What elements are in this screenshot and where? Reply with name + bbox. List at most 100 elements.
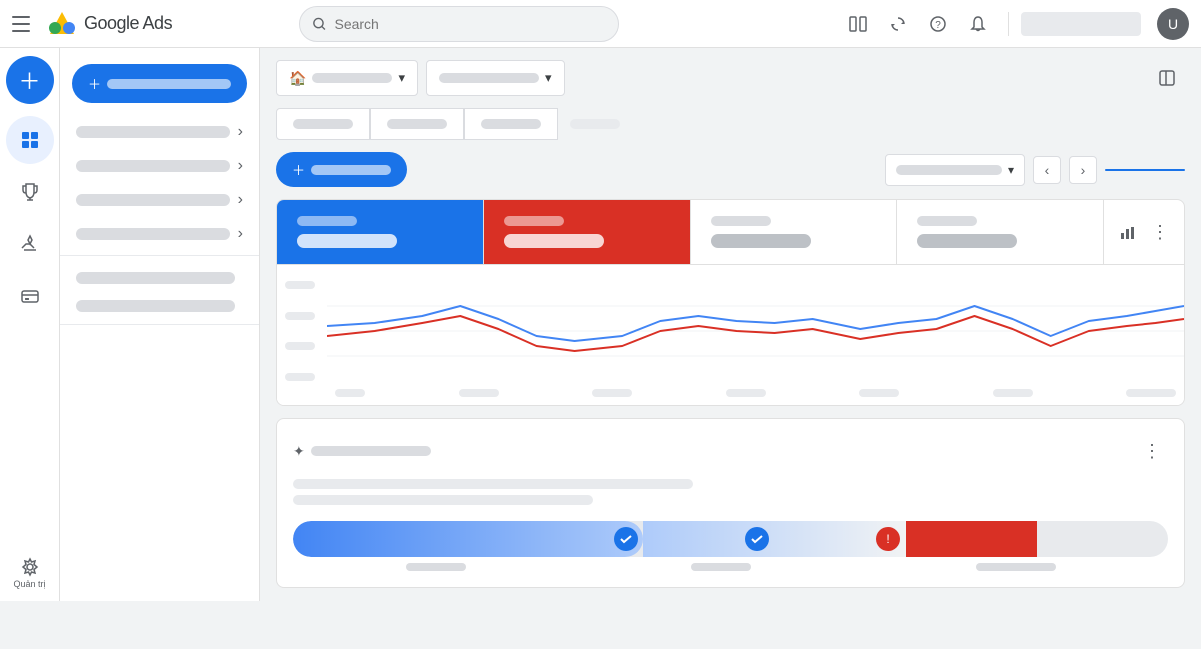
chart-more-button[interactable]: ⋮ [1144, 216, 1176, 248]
sidebar-item-tools[interactable] [6, 220, 54, 268]
tab-1-label [293, 119, 353, 129]
nav-item-1[interactable]: › [60, 115, 259, 149]
metric-2-value [504, 234, 604, 248]
chevron-icon-4: › [238, 225, 243, 243]
bottom-title-bar [311, 446, 431, 456]
next-date-button[interactable]: › [1069, 156, 1097, 184]
chevron-icon-2: › [238, 157, 243, 175]
metric-4-label [917, 216, 977, 226]
dropdown-arrow-2: ▾ [545, 70, 552, 86]
progress-bar: ! [293, 521, 1168, 557]
search-bar[interactable] [299, 6, 619, 42]
collapse-panel-button[interactable] [1149, 60, 1185, 96]
date-controls: ▾ ‹ › [885, 154, 1185, 186]
sparkle-icon: ✦ [293, 443, 305, 460]
chart-area [277, 265, 1184, 405]
app-title: Google Ads [84, 13, 172, 34]
nav-icons: ? U [840, 6, 1189, 42]
overview-icon [20, 130, 40, 150]
x-label-6 [993, 389, 1033, 397]
view-link[interactable] [1105, 169, 1185, 171]
collapse-icon [1158, 69, 1176, 87]
chevron-icon-1: › [238, 123, 243, 141]
nav-item-6[interactable] [60, 292, 259, 320]
create-campaign-button[interactable]: ＋ [72, 64, 247, 103]
tools-icon [20, 234, 40, 254]
help-button[interactable]: ? [920, 6, 956, 42]
top-navigation: Google Ads ? U [0, 0, 1201, 48]
add-item-button[interactable]: ＋ [276, 152, 407, 187]
metric-3-value [711, 234, 811, 248]
add-icon: ＋ [292, 160, 305, 179]
progress-fill-red [906, 521, 1037, 557]
bottom-card: ✦ ⋮ [276, 418, 1185, 588]
columns-icon [848, 14, 868, 34]
main-layout: ＋ Quản trị ＋ › [0, 48, 1201, 601]
create-plus-icon: ＋ [88, 74, 101, 93]
metric-tile-1[interactable] [277, 200, 484, 264]
nav-section-2 [60, 260, 259, 325]
svg-text:!: ! [886, 532, 889, 546]
x-label-3 [592, 389, 632, 397]
account-selector[interactable] [1021, 12, 1141, 36]
tab-3[interactable] [464, 108, 558, 140]
trophy-icon [20, 182, 40, 202]
x-label-7 [1126, 389, 1176, 397]
progress-dot-3: ! [876, 527, 900, 551]
admin-icon [20, 557, 40, 577]
prev-date-button[interactable]: ‹ [1033, 156, 1061, 184]
create-button[interactable]: ＋ [6, 56, 54, 104]
billing-icon [20, 286, 40, 306]
progress-label-3 [976, 563, 1056, 571]
text-line-1 [293, 479, 693, 489]
progress-dot-2 [745, 527, 769, 551]
chart-card: ⋮ [276, 199, 1185, 406]
tab-1[interactable] [276, 108, 370, 140]
columns-icon-button[interactable] [840, 6, 876, 42]
home-dropdown[interactable]: 🏠 ▾ [276, 60, 418, 96]
search-input[interactable] [334, 16, 605, 32]
y-label-1 [285, 281, 315, 289]
sidebar-item-overview[interactable] [6, 116, 54, 164]
menu-icon[interactable] [12, 12, 36, 36]
refresh-button[interactable] [880, 6, 916, 42]
metric-tile-4[interactable] [897, 200, 1103, 264]
campaign-dropdown[interactable]: ▾ [426, 60, 565, 96]
bottom-more-button[interactable]: ⋮ [1136, 435, 1168, 467]
progress-container: ! [293, 521, 1168, 571]
date-range-text [896, 165, 1002, 175]
metric-1-value [297, 234, 397, 248]
metric-4-value [917, 234, 1017, 248]
date-range-dropdown[interactable]: ▾ [885, 154, 1025, 186]
date-dropdown-arrow: ▾ [1008, 163, 1014, 177]
chart-type-button[interactable] [1112, 216, 1144, 248]
metric-2-label [504, 216, 564, 226]
tab-3-label [481, 119, 541, 129]
avatar[interactable]: U [1157, 8, 1189, 40]
chart-x-labels [327, 389, 1184, 397]
progress-fill-light [643, 521, 906, 557]
chart-svg [327, 281, 1184, 381]
nav-item-5[interactable] [60, 264, 259, 292]
progress-dot-1 [614, 527, 638, 551]
nav-item-2[interactable]: › [60, 149, 259, 183]
bottom-title-area: ✦ [293, 443, 431, 460]
nav-item-4[interactable]: › [60, 217, 259, 251]
nav-divider [1008, 12, 1009, 36]
sidebar-item-billing[interactable] [6, 272, 54, 320]
y-label-2 [285, 312, 315, 320]
sidebar-item-recommendations[interactable] [6, 168, 54, 216]
x-label-4 [726, 389, 766, 397]
notification-button[interactable] [960, 6, 996, 42]
y-label-4 [285, 373, 315, 381]
x-label-5 [859, 389, 899, 397]
progress-labels [293, 563, 1168, 571]
metric-tile-2[interactable] [484, 200, 691, 264]
tab-2[interactable] [370, 108, 464, 140]
sidebar-item-admin[interactable]: Quản trị [6, 549, 54, 597]
svg-text:?: ? [935, 20, 941, 31]
warning-icon: ! [881, 532, 895, 546]
search-icon [312, 16, 327, 32]
nav-item-3[interactable]: › [60, 183, 259, 217]
metric-tile-3[interactable] [691, 200, 898, 264]
